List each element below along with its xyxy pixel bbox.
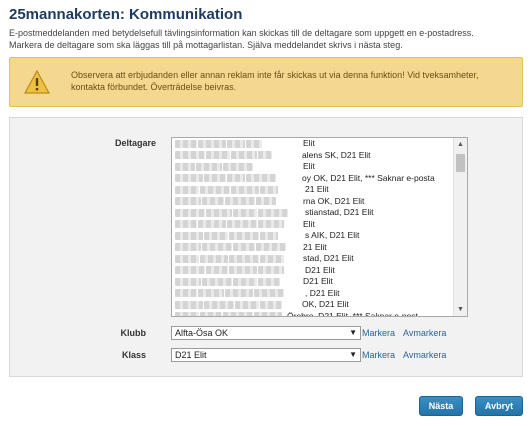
cancel-button[interactable]: Avbryt xyxy=(475,396,523,416)
redacted-name xyxy=(175,299,302,311)
redacted-name xyxy=(175,230,305,242)
participant-label: s AIK, D21 Elit xyxy=(305,230,360,240)
klubb-markera-link[interactable]: Markera xyxy=(362,328,395,338)
redacted-name xyxy=(175,311,287,316)
klass-select[interactable]: D21 Elit ▼ xyxy=(171,348,361,362)
participant-list-item[interactable]: s AIK, D21 Elit xyxy=(172,230,453,242)
participant-list-item[interactable]: alens SK, D21 Elit xyxy=(172,150,453,162)
klubb-label: Klubb xyxy=(120,328,147,338)
participant-list-item[interactable]: rna OK, D21 Elit xyxy=(172,196,453,208)
participant-label: 21 Elit xyxy=(303,241,327,252)
page-title: 25mannakorten: Kommunikation xyxy=(9,6,243,23)
redacted-name xyxy=(175,150,302,162)
redacted-name xyxy=(175,253,303,265)
redacted-name xyxy=(175,265,305,277)
redacted-name xyxy=(175,242,303,254)
warning-icon xyxy=(24,70,50,94)
participant-label: stad, D21 Elit xyxy=(303,253,354,263)
participant-list-item[interactable]: 21 Elit xyxy=(172,242,453,254)
participant-list-item[interactable]: oy OK, D21 Elit, *** Saknar e-posta xyxy=(172,173,453,185)
warning-line-2: kontakta förbundet. Överträdelse beivras… xyxy=(71,82,237,92)
redacted-name xyxy=(175,219,303,231)
participant-list-item[interactable]: Örebro, D21 Elit, *** Saknar e-post xyxy=(172,310,453,317)
klubb-select[interactable]: Alfta-Ösa OK ▼ xyxy=(171,326,361,340)
redacted-name xyxy=(175,184,305,196)
description-line-2: Markera de deltagare som ska läggas till… xyxy=(9,40,403,50)
participant-list-item[interactable]: , D21 Elit xyxy=(172,288,453,300)
deltagare-label: Deltagare xyxy=(114,138,156,148)
participant-label: OK, D21 Elit xyxy=(302,299,349,309)
participant-label: Elit xyxy=(303,161,315,171)
participant-label: oy OK, D21 Elit, *** Saknar e-posta xyxy=(302,172,435,183)
participant-list-item[interactable]: OK, D21 Elit xyxy=(172,299,453,311)
next-button[interactable]: Nästa xyxy=(419,396,463,416)
participant-label: rna OK, D21 Elit xyxy=(303,195,365,206)
participant-list-item[interactable]: stianstad, D21 Elit xyxy=(172,207,453,219)
warning-text: Observera att erbjudanden eller annan re… xyxy=(71,69,501,93)
participant-list-item[interactable]: Elit xyxy=(172,161,453,173)
warning-box: Observera att erbjudanden eller annan re… xyxy=(9,57,523,107)
redacted-name xyxy=(175,161,303,173)
klass-label: Klass xyxy=(121,350,146,360)
description-line-1: E-postmeddelanden med betydelsefull tävl… xyxy=(9,28,474,38)
klass-select-value: D21 Elit xyxy=(175,350,207,360)
participant-label: D21 Elit xyxy=(305,264,335,275)
participant-label: Örebro, D21 Elit, *** Saknar e-post xyxy=(287,310,418,317)
klubb-select-value: Alfta-Ösa OK xyxy=(175,328,229,338)
scrollbar-thumb[interactable] xyxy=(456,154,465,172)
participant-list-item[interactable]: D21 Elit xyxy=(172,265,453,277)
listbox-scrollbar[interactable]: ▲ ▼ xyxy=(453,138,467,316)
scroll-up-icon[interactable]: ▲ xyxy=(454,138,467,151)
participant-list-item[interactable]: D21 Elit xyxy=(172,276,453,288)
participant-list-item[interactable]: 21 Elit xyxy=(172,184,453,196)
participant-label: Elit xyxy=(303,218,315,229)
redacted-name xyxy=(175,196,303,208)
participant-label: Elit xyxy=(303,138,315,148)
participant-label: alens SK, D21 Elit xyxy=(302,149,371,160)
participant-label: 21 Elit xyxy=(305,184,329,194)
page-description: E-postmeddelanden med betydelsefull tävl… xyxy=(9,27,524,51)
klubb-avmarkera-link[interactable]: Avmarkera xyxy=(403,328,446,338)
chevron-down-icon: ▼ xyxy=(349,328,357,337)
redacted-name xyxy=(175,173,302,185)
participant-list-item[interactable]: Elit xyxy=(172,138,453,150)
participant-label: D21 Elit xyxy=(303,276,333,286)
chevron-down-icon: ▼ xyxy=(349,350,357,359)
participants-list: Elit alens SK, D21 Elit Elit oy OK, D21 Eli… xyxy=(172,138,453,317)
warning-line-1: Observera att erbjudanden eller annan re… xyxy=(71,70,479,80)
participants-listbox[interactable]: Elit alens SK, D21 Elit Elit oy OK, D21 Eli… xyxy=(171,137,468,317)
redacted-name xyxy=(175,138,303,150)
participant-label: stianstad, D21 Elit xyxy=(305,207,374,217)
scroll-down-icon[interactable]: ▼ xyxy=(454,303,467,316)
redacted-name xyxy=(175,276,303,288)
klass-markera-link[interactable]: Markera xyxy=(362,350,395,360)
redacted-name xyxy=(175,207,305,219)
participant-label: , D21 Elit xyxy=(305,287,340,298)
form-panel: Deltagare Elit alens SK, D21 Elit Elit oy O… xyxy=(9,117,523,377)
participant-list-item[interactable]: stad, D21 Elit xyxy=(172,253,453,265)
redacted-name xyxy=(175,288,305,300)
participant-list-item[interactable]: Elit xyxy=(172,219,453,231)
klass-avmarkera-link[interactable]: Avmarkera xyxy=(403,350,446,360)
